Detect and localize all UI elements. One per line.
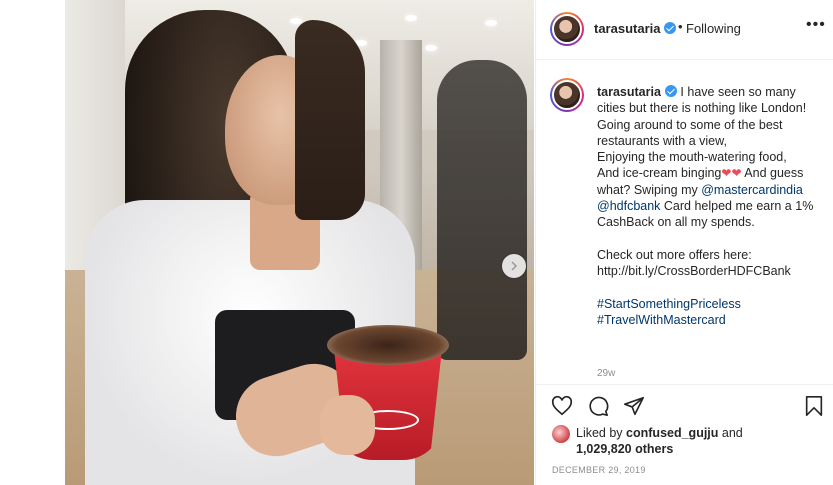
post-header: tarasutaria • Following ••• bbox=[536, 0, 833, 60]
comment-icon bbox=[589, 396, 609, 416]
image-hair bbox=[295, 20, 365, 220]
caption-line: Enjoying the mouth-watering food, bbox=[597, 150, 787, 165]
header-username[interactable]: tarasutaria bbox=[594, 21, 660, 36]
liker-avatar[interactable] bbox=[552, 425, 570, 443]
caption-line: And ice-cream binging bbox=[597, 166, 722, 181]
header-user-wrap: tarasutaria bbox=[594, 21, 677, 36]
heart-emoji-icon: ❤ bbox=[721, 166, 732, 181]
post-panel: tarasutaria • Following ••• tarasutaria … bbox=[535, 0, 833, 485]
caption-url[interactable]: http://bit.ly/CrossBorderHDFCBank bbox=[597, 264, 791, 278]
likes-prefix: Liked by bbox=[576, 426, 623, 440]
heart-icon bbox=[551, 395, 573, 416]
more-options-icon[interactable]: ••• bbox=[806, 16, 826, 34]
image-background-person bbox=[437, 60, 527, 360]
following-button[interactable]: Following bbox=[686, 21, 741, 36]
share-icon bbox=[624, 396, 644, 416]
heart-emoji-icon: ❤ bbox=[731, 166, 742, 181]
like-button[interactable] bbox=[550, 394, 574, 418]
save-button[interactable] bbox=[802, 394, 826, 418]
verified-icon bbox=[664, 22, 677, 34]
likes-joiner: and bbox=[721, 426, 743, 440]
image-ice-cream bbox=[327, 325, 449, 365]
post-image[interactable] bbox=[65, 0, 534, 485]
hashtag-link[interactable]: #TravelWithMastercard bbox=[597, 313, 726, 327]
caption-text: tarasutaria I have seen so many cities b… bbox=[597, 84, 827, 328]
chevron-right-icon bbox=[511, 261, 518, 271]
mention-link[interactable]: @hdfcbank bbox=[597, 199, 660, 213]
caption-line: Check out more offers here: bbox=[597, 247, 752, 262]
caption-timestamp: 29w bbox=[597, 368, 616, 379]
verified-icon bbox=[664, 85, 677, 97]
header-avatar[interactable] bbox=[550, 12, 584, 46]
header-separator: • bbox=[678, 19, 683, 34]
likes-text: Liked by confused_gujju and 1,029,820 ot… bbox=[576, 425, 806, 457]
action-bar bbox=[536, 386, 833, 426]
image-light bbox=[485, 20, 497, 26]
bookmark-icon bbox=[805, 396, 823, 416]
hashtag-link[interactable]: #StartSomethingPriceless bbox=[597, 297, 741, 311]
next-media-button[interactable] bbox=[502, 254, 526, 278]
post-date: DECEMBER 29, 2019 bbox=[552, 465, 646, 475]
share-button[interactable] bbox=[622, 394, 646, 418]
caption-avatar[interactable] bbox=[550, 78, 584, 112]
likes-count[interactable]: 1,029,820 others bbox=[576, 442, 673, 456]
caption-section: tarasutaria I have seen so many cities b… bbox=[536, 60, 833, 385]
image-light bbox=[405, 15, 417, 21]
image-light bbox=[425, 45, 437, 51]
caption-line: Going around to some of the best restaur… bbox=[597, 117, 783, 148]
image-hand bbox=[320, 395, 375, 455]
comment-button[interactable] bbox=[586, 394, 610, 418]
liker-username[interactable]: confused_gujju bbox=[626, 426, 718, 440]
mention-link[interactable]: @mastercardindia bbox=[701, 183, 803, 197]
image-light bbox=[290, 18, 302, 24]
caption-username[interactable]: tarasutaria bbox=[597, 85, 661, 99]
